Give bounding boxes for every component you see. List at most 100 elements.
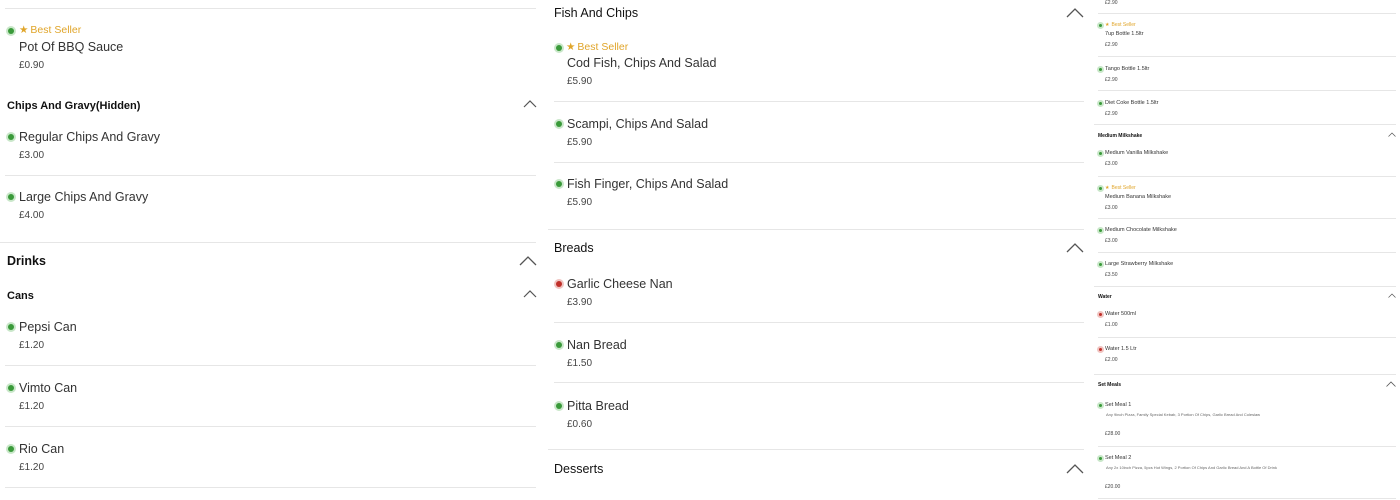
- menu-item-nan-bread[interactable]: Nan Bread £1.50: [548, 329, 1088, 383]
- item-name: Tango Bottle 1.5ltr: [1105, 66, 1150, 72]
- item-name: Large Strawberry Milkshake: [1105, 261, 1174, 267]
- item-name: Fish Finger, Chips And Salad: [567, 177, 729, 191]
- chevron-up-icon[interactable]: [1066, 7, 1084, 18]
- category-header-desserts[interactable]: Desserts: [554, 462, 603, 476]
- non-veg-indicator-icon: [1099, 348, 1102, 351]
- item-name: Cod Fish, Chips And Salad: [567, 56, 717, 70]
- menu-item-large-chips-and-gravy[interactable]: Large Chips And Gravy £4.00: [0, 180, 540, 240]
- item-price: £5.90: [567, 137, 593, 148]
- best-seller-badge: ★ Best Seller: [566, 41, 629, 53]
- non-veg-indicator-icon: [1099, 313, 1102, 316]
- chevron-up-icon[interactable]: [1066, 242, 1084, 253]
- chevron-up-icon[interactable]: [523, 289, 537, 298]
- menu-item-regular-chips-and-gravy[interactable]: Regular Chips And Gravy £3.00: [0, 120, 540, 176]
- category-header-water[interactable]: Water: [1098, 294, 1112, 300]
- menu-item-large-strawberry-milkshake[interactable]: Large Strawberry Milkshake £3.50: [1094, 257, 1400, 285]
- star-icon: ★: [19, 24, 29, 36]
- item-name: Diet Coke Bottle 1.5ltr: [1105, 100, 1159, 106]
- menu-item-medium-chocolate-milkshake[interactable]: Medium Chocolate Milkshake £3.00: [1094, 223, 1400, 251]
- menu-item-diet-coke-bottle[interactable]: Diet Coke Bottle 1.5ltr £2.90: [1094, 96, 1400, 124]
- category-header-set-meals[interactable]: Set Meals: [1098, 382, 1121, 388]
- menu-item-water-500ml[interactable]: Water 500ml £1.00: [1094, 307, 1400, 335]
- menu-item-garlic-cheese-nan[interactable]: Garlic Cheese Nan £3.90: [548, 268, 1088, 322]
- item-price: £5.90: [567, 76, 593, 87]
- menu-item-set-meal-1[interactable]: Set Meal 1 Any 9inch Pizza, Family Speci…: [1094, 398, 1400, 444]
- item-name: Pitta Bread: [567, 399, 629, 413]
- item-price: £20.00: [1105, 484, 1121, 490]
- item-name: Medium Chocolate Milkshake: [1105, 227, 1177, 233]
- category-header-cans[interactable]: Cans: [7, 290, 34, 302]
- veg-indicator-icon: [1099, 152, 1102, 155]
- divider: [1094, 286, 1396, 287]
- item-price: £5.90: [567, 197, 593, 208]
- menu-item-pitta-bread[interactable]: Pitta Bread £0.60: [548, 390, 1088, 444]
- menu-item-rio-can[interactable]: Rio Can £1.20: [0, 432, 540, 488]
- item-name: Water 500ml: [1105, 311, 1136, 317]
- divider: [5, 365, 536, 366]
- item-name: Scampi, Chips And Salad: [567, 117, 709, 131]
- menu-item-water-1-5-ltr[interactable]: Water 1.5 Ltr £2.00: [1094, 342, 1400, 370]
- item-price: £28.00: [1105, 431, 1121, 437]
- menu-item-7up-bottle[interactable]: ★ Best Seller 7up Bottle 1.5ltr £2.90: [1094, 20, 1400, 56]
- item-price: £3.00: [1105, 238, 1118, 244]
- chevron-up-icon[interactable]: [523, 99, 537, 108]
- item-description: Any 9inch Pizza, Family Special Kebab, 3…: [1106, 412, 1261, 417]
- item-price: £3.90: [567, 297, 593, 308]
- item-name: Pot Of BBQ Sauce: [19, 40, 124, 54]
- divider: [554, 322, 1084, 323]
- divider: [0, 242, 536, 243]
- best-seller-badge: ★ Best Seller: [1105, 22, 1136, 28]
- divider: [548, 449, 1084, 450]
- veg-indicator-icon: [1099, 263, 1102, 266]
- category-header-breads[interactable]: Breads: [554, 241, 594, 255]
- category-header-drinks[interactable]: Drinks: [7, 254, 46, 268]
- category-header-chips-and-gravy[interactable]: Chips And Gravy(Hidden): [7, 100, 140, 112]
- menu-item-fish-finger-chips-and-salad[interactable]: Fish Finger, Chips And Salad £5.90: [548, 168, 1088, 224]
- chevron-up-icon[interactable]: [519, 255, 537, 266]
- item-price: £2.90: [1105, 42, 1118, 48]
- menu-item-scampi-chips-and-salad[interactable]: Scampi, Chips And Salad £5.90: [548, 108, 1088, 162]
- chevron-up-icon[interactable]: [1386, 381, 1396, 387]
- divider: [554, 162, 1084, 163]
- menu-item-tango-bottle[interactable]: Tango Bottle 1.5ltr £2.90: [1094, 62, 1400, 90]
- item-name: Set Meal 1: [1105, 402, 1132, 408]
- chevron-up-icon[interactable]: [1066, 463, 1084, 474]
- item-price: £0.90: [19, 60, 45, 71]
- star-icon: ★: [566, 41, 576, 53]
- item-price: £3.00: [19, 150, 45, 161]
- item-name: Large Chips And Gravy: [19, 190, 149, 204]
- veg-indicator-icon: [1099, 24, 1102, 27]
- item-price: £0.60: [567, 419, 593, 430]
- divider: [554, 101, 1084, 102]
- menu-item-pepsi-can[interactable]: Pepsi Can £1.20: [0, 310, 540, 366]
- item-price: £1.20: [19, 462, 45, 473]
- veg-indicator-icon: [1099, 404, 1102, 407]
- chevron-up-icon[interactable]: [1388, 132, 1396, 137]
- menu-item-set-meal-2[interactable]: Set Meal 2 Any 2x 10inch Pizza, 5pcs Hot…: [1094, 451, 1400, 497]
- divider: [1098, 498, 1396, 499]
- item-price: £2.90: [1105, 77, 1118, 83]
- item-price: £3.50: [1105, 272, 1118, 278]
- veg-indicator-icon: [8, 28, 14, 34]
- category-header-medium-milkshake[interactable]: Medium Milkshake: [1098, 133, 1142, 139]
- menu-item-vimto-can[interactable]: Vimto Can £1.20: [0, 371, 540, 427]
- item-name: Regular Chips And Gravy: [19, 130, 161, 144]
- chevron-up-icon[interactable]: [1388, 293, 1396, 298]
- menu-item-medium-banana-milkshake[interactable]: ★ Best Seller Medium Banana Milkshake £3.…: [1094, 183, 1400, 219]
- category-header-fish-and-chips[interactable]: Fish And Chips: [554, 6, 638, 20]
- divider: [1098, 90, 1396, 91]
- menu-item-cod-fish-chips-and-salad[interactable]: ★ Best Seller Cod Fish, Chips And Salad £…: [548, 38, 1088, 100]
- best-seller-badge: ★ Best Seller: [1105, 185, 1136, 191]
- veg-indicator-icon: [8, 385, 14, 391]
- item-price: £2.90: [1105, 111, 1118, 117]
- item-name: Medium Banana Milkshake: [1105, 194, 1172, 200]
- menu-item-pot-of-bbq-sauce[interactable]: ★ Best Seller Pot Of BBQ Sauce £0.90: [0, 20, 540, 80]
- item-price: £1.20: [19, 340, 45, 351]
- menu-item-medium-vanilla-milkshake[interactable]: Medium Vanilla Milkshake £3.00: [1094, 146, 1400, 174]
- item-price: £2.00: [1105, 357, 1118, 363]
- item-price: £3.00: [1105, 205, 1118, 211]
- veg-indicator-icon: [556, 45, 562, 51]
- divider: [1098, 218, 1396, 219]
- item-price: £1.20: [19, 401, 45, 412]
- veg-indicator-icon: [8, 446, 14, 452]
